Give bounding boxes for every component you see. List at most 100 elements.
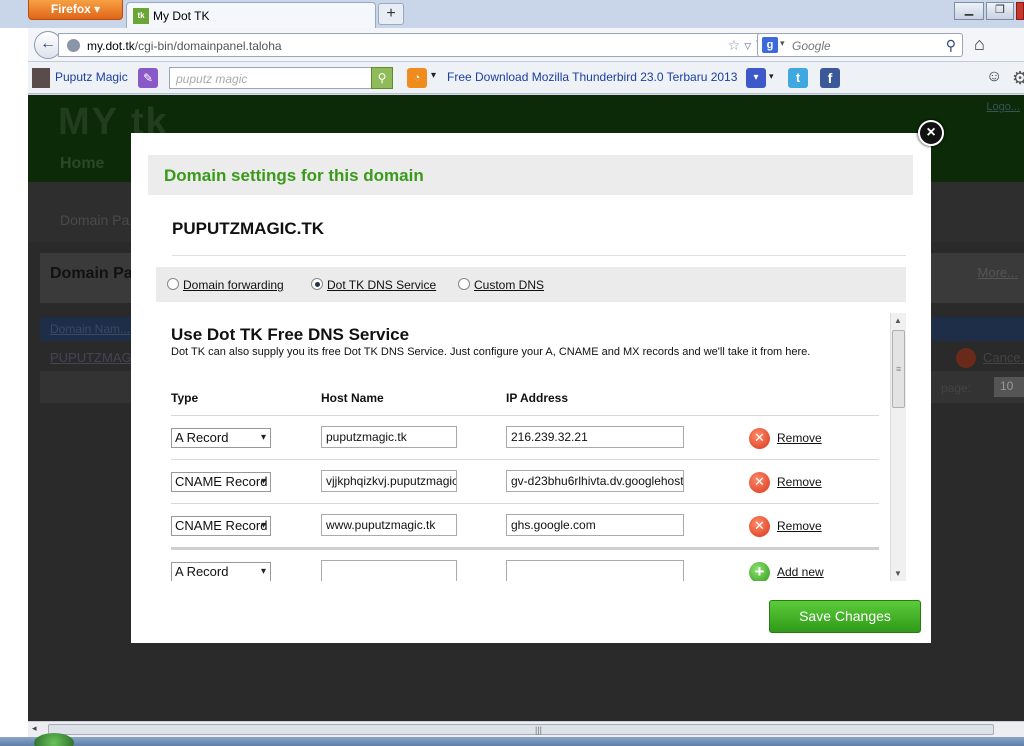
- remove-link[interactable]: Remove: [777, 431, 822, 445]
- radio-domain-forwarding[interactable]: [167, 278, 179, 290]
- domain-name-column-header: Domain Nam...: [50, 322, 131, 336]
- row-divider: [171, 459, 879, 460]
- row-divider: [171, 415, 879, 416]
- remove-link[interactable]: Remove: [777, 475, 822, 489]
- modal-header: Domain settings for this domain: [148, 155, 913, 195]
- add-new-link[interactable]: Add new: [777, 565, 824, 579]
- close-window-icon[interactable]: [1016, 2, 1024, 20]
- option-label[interactable]: Domain forwarding: [183, 278, 284, 292]
- scroll-up-icon[interactable]: ▲: [894, 316, 902, 325]
- new-tab-button[interactable]: +: [378, 3, 404, 25]
- profile-name-link[interactable]: Puputz Magic: [55, 70, 128, 84]
- host-name-input[interactable]: puputzmagic.tk: [321, 426, 457, 448]
- scroll-down-icon[interactable]: ▼: [894, 569, 902, 578]
- scroll-left-icon[interactable]: ◂: [32, 723, 37, 734]
- type-column-header: Type: [171, 391, 199, 405]
- user-account-icon[interactable]: ☺: [986, 68, 1002, 86]
- history-dropdown-icon[interactable]: ▿: [744, 37, 755, 53]
- ip-address-input[interactable]: ghs.google.com: [506, 514, 684, 536]
- tab-my-dot-tk[interactable]: tk My Dot TK: [126, 2, 376, 28]
- remove-icon[interactable]: ✕: [749, 428, 770, 449]
- record-type-select[interactable]: A Record: [171, 428, 271, 448]
- dropdown-icon[interactable]: ▾: [746, 68, 766, 88]
- row-divider-new: [171, 547, 879, 550]
- minimize-icon[interactable]: ▁: [954, 2, 984, 20]
- breadcrumb: Domain Pa...: [60, 212, 141, 228]
- ip-address-input[interactable]: 216.239.32.21: [506, 426, 684, 448]
- twitter-icon[interactable]: t: [788, 68, 808, 88]
- dns-options-bar: Domain forwarding Dot TK DNS Service Cus…: [156, 267, 906, 302]
- option-label[interactable]: Dot TK DNS Service: [327, 278, 436, 292]
- url-text: my.dot.tk/cgi-bin/domainpanel.taloha: [87, 39, 282, 53]
- domain-name: PUPUTZMAGIC.TK: [172, 219, 325, 238]
- host-name-input[interactable]: vjjkphqizkvj.puputzmagic.tk: [321, 470, 457, 492]
- page-label: page:: [941, 381, 972, 395]
- title-bar: Firefox ▾ tk My Dot TK + ▁ ❐: [0, 0, 1024, 28]
- dropdown-caret-icon[interactable]: ▾: [769, 71, 774, 82]
- thunderbird-download-link[interactable]: Free Download Mozilla Thunderbird 23.0 T…: [447, 70, 737, 84]
- new-record-type-select[interactable]: A Record: [171, 562, 271, 581]
- cancel-icon: [956, 348, 976, 368]
- radio-dot-tk-dns[interactable]: [311, 278, 323, 290]
- dot-tk-favicon-icon: tk: [133, 8, 149, 24]
- new-host-name-input[interactable]: [321, 560, 457, 581]
- firefox-menu-button[interactable]: Firefox ▾: [28, 0, 123, 20]
- records-scrollbar[interactable]: ▲ ≡ ▼: [890, 313, 906, 581]
- dns-records-area: Use Dot TK Free DNS Service Dot TK can a…: [156, 311, 908, 581]
- start-button-icon[interactable]: [34, 733, 74, 746]
- search-placeholder: Google: [792, 39, 831, 53]
- rss-dropdown-icon[interactable]: ▾: [431, 70, 436, 81]
- ip-address-input[interactable]: gv-d23bhu6rlhivta.dv.googlehosted.com: [506, 470, 684, 492]
- row-divider: [171, 503, 879, 504]
- windows-taskbar: [0, 733, 1024, 746]
- scrollbar-thumb[interactable]: ≡: [892, 330, 905, 408]
- facebook-icon[interactable]: f: [820, 68, 840, 88]
- more-link: More...: [977, 265, 1018, 280]
- horizontal-scrollbar-thumb[interactable]: |||: [48, 724, 994, 735]
- option-label[interactable]: Custom DNS: [474, 278, 544, 292]
- new-ip-address-input[interactable]: [506, 560, 684, 581]
- radio-custom-dns[interactable]: [458, 278, 470, 290]
- host-column-header: Host Name: [321, 391, 384, 405]
- home-icon[interactable]: ⌂: [974, 34, 985, 55]
- bookmarks-toolbar: Puputz Magic ✎ puputz magic ⚲ ◔ ▾ Free D…: [28, 62, 1024, 94]
- toolbar-search-input[interactable]: puputz magic ⚲: [169, 67, 393, 89]
- dns-section-title: Use Dot TK Free DNS Service: [171, 325, 410, 344]
- puzzle-icon[interactable]: ✎: [138, 68, 158, 88]
- navigation-bar: ← my.dot.tk/cgi-bin/domainpanel.taloha ☆…: [28, 28, 1024, 62]
- remove-icon[interactable]: ✕: [749, 472, 770, 493]
- domain-row-link: PUPUTZMAG...: [50, 350, 143, 365]
- bookmark-star-icon[interactable]: ☆: [728, 37, 745, 53]
- grip-icon: |||: [535, 725, 543, 735]
- url-bar[interactable]: my.dot.tk/cgi-bin/domainpanel.taloha ☆▿↻: [58, 33, 778, 57]
- toolbar-search-placeholder: puputz magic: [176, 72, 248, 86]
- dns-section-description: Dot TK can also supply you its free Dot …: [171, 346, 811, 358]
- remove-icon[interactable]: ✕: [749, 516, 770, 537]
- google-search-engine-icon[interactable]: g: [762, 37, 778, 53]
- remove-link[interactable]: Remove: [777, 519, 822, 533]
- horizontal-scrollbar[interactable]: ◂ |||: [28, 721, 1024, 737]
- globe-icon: [67, 39, 80, 52]
- cancel-link: Cance...: [983, 350, 1024, 365]
- firefox-menu-label: Firefox: [50, 2, 91, 16]
- search-engine-dropdown-icon[interactable]: ▾: [780, 38, 785, 49]
- save-changes-button[interactable]: Save Changes: [769, 600, 921, 633]
- host-name-input[interactable]: www.puputzmagic.tk: [321, 514, 457, 536]
- close-modal-icon[interactable]: ×: [918, 120, 944, 146]
- record-type-select[interactable]: CNAME Record: [171, 472, 271, 492]
- gear-icon[interactable]: ⚙: [1012, 68, 1024, 89]
- divider: [172, 255, 906, 256]
- back-arrow-icon: ←: [40, 35, 56, 52]
- restore-icon[interactable]: ❐: [986, 2, 1014, 20]
- profile-avatar[interactable]: [32, 68, 50, 88]
- nav-home-link: Home: [60, 155, 105, 172]
- add-icon[interactable]: +: [749, 562, 770, 581]
- search-bar[interactable]: g ▾ Google ⚲: [757, 33, 963, 57]
- url-path: /cgi-bin/domainpanel.taloha: [134, 39, 282, 53]
- search-magnifier-icon[interactable]: ⚲: [946, 37, 956, 54]
- rss-icon[interactable]: ◔: [407, 68, 427, 88]
- page-size-select: 10: [994, 377, 1024, 397]
- record-type-select[interactable]: CNAME Record: [171, 516, 271, 536]
- toolbar-search-icon[interactable]: ⚲: [371, 67, 393, 89]
- grip-icon: ≡: [896, 364, 902, 374]
